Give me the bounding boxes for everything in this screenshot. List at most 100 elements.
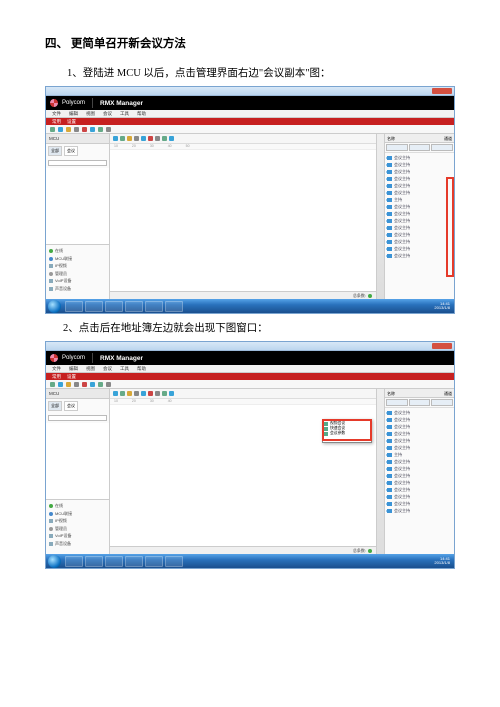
tool-icon[interactable] xyxy=(82,127,87,132)
tool-icon[interactable] xyxy=(98,127,103,132)
taskbar-app[interactable] xyxy=(125,556,143,567)
tool-icon[interactable] xyxy=(162,391,167,396)
taskbar-app[interactable] xyxy=(65,556,83,567)
tool-icon[interactable] xyxy=(127,136,132,141)
list-item[interactable]: 会议主持 xyxy=(387,238,452,245)
tool-icon[interactable] xyxy=(120,136,125,141)
search-input[interactable] xyxy=(48,160,107,166)
ribbon-tab[interactable]: 常用 xyxy=(52,119,61,125)
list-item[interactable]: 主持 xyxy=(387,451,452,458)
list-item[interactable]: 会议主持 xyxy=(387,507,452,514)
taskbar-app[interactable] xyxy=(165,556,183,567)
list-item[interactable]: 会议主持 xyxy=(387,472,452,479)
tool-icon[interactable] xyxy=(58,127,63,132)
tool-icon[interactable] xyxy=(74,127,79,132)
menu-item[interactable]: 会议 xyxy=(103,366,112,372)
panel-button[interactable] xyxy=(431,144,453,151)
list-item[interactable]: 会议主持 xyxy=(387,154,452,161)
panel-button[interactable] xyxy=(431,399,453,406)
taskbar-app[interactable] xyxy=(145,556,163,567)
list-item[interactable]: 会议主持 xyxy=(387,409,452,416)
list-item[interactable]: 会议主持 xyxy=(387,182,452,189)
tool-icon[interactable] xyxy=(66,382,71,387)
tool-icon[interactable] xyxy=(50,127,55,132)
list-item[interactable]: 会议主持 xyxy=(387,486,452,493)
tool-icon[interactable] xyxy=(169,391,174,396)
left-tab[interactable]: 会议 xyxy=(64,401,78,411)
tool-icon[interactable] xyxy=(82,382,87,387)
tool-icon[interactable] xyxy=(113,136,118,141)
taskbar-app[interactable] xyxy=(145,301,163,312)
taskbar-app[interactable] xyxy=(165,301,183,312)
list-item[interactable]: 会议主持 xyxy=(387,458,452,465)
list-item[interactable]: 会议主持 xyxy=(387,175,452,182)
panel-button[interactable] xyxy=(409,144,431,151)
start-button-icon[interactable] xyxy=(48,555,61,568)
taskbar-app[interactable] xyxy=(125,301,143,312)
list-item[interactable]: 会议主持 xyxy=(387,493,452,500)
list-item[interactable]: 会议主持 xyxy=(387,203,452,210)
tool-icon[interactable] xyxy=(106,382,111,387)
list-item[interactable]: 会议主持 xyxy=(387,479,452,486)
menu-bar[interactable]: 文件 编辑 视图 会议 工具 帮助 xyxy=(46,110,454,118)
tool-icon[interactable] xyxy=(113,391,118,396)
taskbar-app[interactable] xyxy=(85,556,103,567)
list-item[interactable]: 会议主持 xyxy=(387,444,452,451)
list-item[interactable]: 会议主持 xyxy=(387,500,452,507)
tool-icon[interactable] xyxy=(162,136,167,141)
menu-item[interactable]: 工具 xyxy=(120,111,129,117)
taskbar-app[interactable] xyxy=(105,301,123,312)
list-item[interactable]: 会议主持 xyxy=(387,245,452,252)
tool-icon[interactable] xyxy=(120,391,125,396)
window-close-button[interactable] xyxy=(432,88,452,94)
system-clock[interactable]: 14:41 2013/1/8 xyxy=(434,557,450,566)
list-item[interactable]: 会议主持 xyxy=(387,231,452,238)
list-item[interactable]: 会议主持 xyxy=(387,210,452,217)
tool-icon[interactable] xyxy=(134,391,139,396)
list-item[interactable]: 会议主持 xyxy=(387,437,452,444)
start-button-icon[interactable] xyxy=(48,300,61,313)
menu-bar[interactable]: 文件 编辑 视图 会议 工具 帮助 xyxy=(46,365,454,373)
list-item[interactable]: 会议主持 xyxy=(387,430,452,437)
tool-icon[interactable] xyxy=(74,382,79,387)
menu-item[interactable]: 视图 xyxy=(86,366,95,372)
tool-icon[interactable] xyxy=(106,127,111,132)
tool-icon[interactable] xyxy=(155,136,160,141)
tool-icon[interactable] xyxy=(155,391,160,396)
taskbar-app[interactable] xyxy=(65,301,83,312)
tool-icon[interactable] xyxy=(50,382,55,387)
right-scroll-strip[interactable] xyxy=(377,134,385,299)
menu-item[interactable]: 编辑 xyxy=(69,366,78,372)
list-item[interactable]: 会议主持 xyxy=(387,252,452,259)
list-item[interactable]: 会议主持 xyxy=(387,217,452,224)
taskbar-app[interactable] xyxy=(85,301,103,312)
tool-icon[interactable] xyxy=(141,136,146,141)
panel-button[interactable] xyxy=(386,399,408,406)
ribbon-tab[interactable]: 设置 xyxy=(67,119,76,125)
ribbon-tab[interactable]: 常用 xyxy=(52,374,61,380)
search-input[interactable] xyxy=(48,415,107,421)
menu-item[interactable]: 视图 xyxy=(86,111,95,117)
tool-icon[interactable] xyxy=(98,382,103,387)
left-tab[interactable]: 会议 xyxy=(64,146,78,156)
ribbon-tab[interactable]: 设置 xyxy=(67,374,76,380)
tool-icon[interactable] xyxy=(169,136,174,141)
left-tab[interactable]: 全部 xyxy=(48,401,62,411)
panel-button[interactable] xyxy=(386,144,408,151)
tool-icon[interactable] xyxy=(58,382,63,387)
right-scroll-strip[interactable] xyxy=(377,389,385,554)
list-item[interactable]: 会议主持 xyxy=(387,465,452,472)
tool-icon[interactable] xyxy=(148,391,153,396)
list-item[interactable]: 会议主持 xyxy=(387,161,452,168)
left-tab[interactable]: 全部 xyxy=(48,146,62,156)
list-item[interactable]: 会议主持 xyxy=(387,189,452,196)
tool-icon[interactable] xyxy=(141,391,146,396)
windows-taskbar[interactable]: 14:41 2013/1/8 xyxy=(46,299,454,313)
menu-item[interactable]: 文件 xyxy=(52,366,61,372)
tool-icon[interactable] xyxy=(127,391,132,396)
panel-button[interactable] xyxy=(409,399,431,406)
list-item[interactable]: 会议主持 xyxy=(387,416,452,423)
menu-item[interactable]: 工具 xyxy=(120,366,129,372)
list-item[interactable]: 主持 xyxy=(387,196,452,203)
windows-taskbar[interactable]: 14:41 2013/1/8 xyxy=(46,554,454,568)
